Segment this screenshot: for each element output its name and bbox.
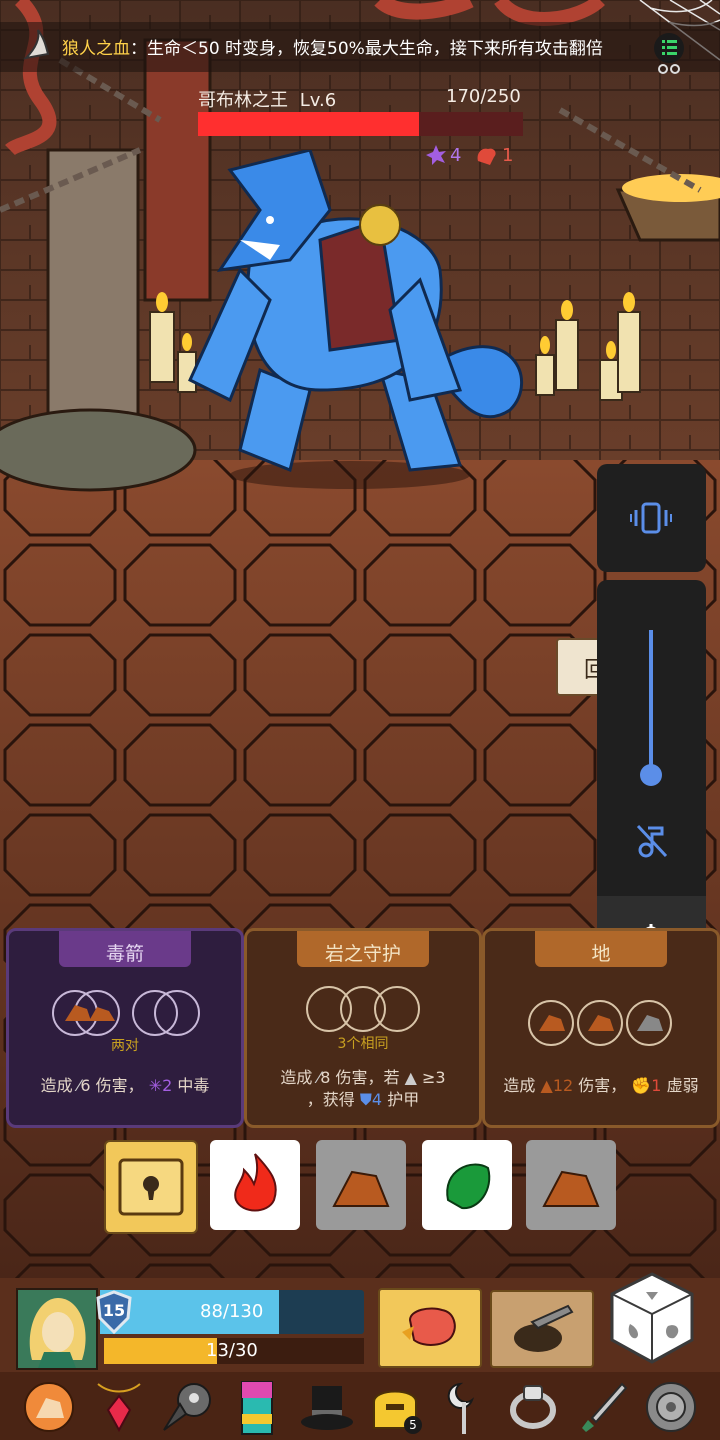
- card-condition: 两对: [111, 1038, 139, 1054]
- item-slot[interactable]: [92, 1380, 146, 1434]
- passive-title: 狼人之血: [62, 39, 130, 59]
- player-xp-fill: [104, 1338, 217, 1364]
- werewolf-enemy-sprite[interactable]: [180, 150, 540, 500]
- card-title: 岩之守护: [324, 943, 401, 965]
- skill-card-poison-arrow[interactable]: 毒箭 两对 造成 ⁄6 伤害， ✳2 中毒: [6, 928, 244, 1128]
- player-hp-text: 88/130: [200, 1301, 264, 1322]
- die-leaf[interactable]: [422, 1140, 512, 1230]
- player-hp-bar: 88/130: [100, 1290, 364, 1334]
- dig-button[interactable]: [490, 1290, 594, 1368]
- dig-shovel-icon: [514, 1304, 574, 1352]
- item-slot[interactable]: [162, 1380, 216, 1434]
- enemy-name: 哥布林之王: [198, 90, 288, 111]
- dice-slot-triple: [306, 986, 420, 1032]
- enemy-hp-fill: [198, 112, 419, 136]
- weak-fist-icon: [477, 148, 496, 165]
- status-weak[interactable]: 1: [474, 142, 513, 168]
- claw-icon: [22, 28, 52, 62]
- enemy-hp-bar: [198, 112, 523, 136]
- poison-splat-icon: [426, 145, 446, 165]
- card-description: 造成 ▲12 伤害， ✊1 虚弱: [503, 1076, 699, 1095]
- item-slot[interactable]: 5: [366, 1378, 424, 1436]
- die-rock[interactable]: [526, 1140, 616, 1230]
- die-fire[interactable]: [210, 1140, 300, 1230]
- card-description: 造成 ⁄8 伤害，若 ▲ ≥3 ，获得 ⛊4 护甲: [280, 1068, 446, 1109]
- game-scene: 狼人之血：生命＜50 时变身，恢复50%最大生命，接下来所有攻击翻倍 哥布林之王…: [0, 0, 720, 1440]
- item-badge: 5: [404, 1416, 422, 1434]
- die-locked-chest[interactable]: [104, 1140, 198, 1234]
- dagger-icon: [582, 1382, 628, 1432]
- enemy-name-block: 哥布林之王 Lv.6: [198, 86, 336, 112]
- item-slot[interactable]: [22, 1380, 76, 1434]
- log-list-icon[interactable]: [652, 32, 686, 74]
- rock-icon: [542, 1170, 600, 1207]
- shield-level-icon: 15: [94, 1290, 134, 1335]
- status-poison[interactable]: 4: [424, 142, 461, 168]
- moon-wand-icon: [447, 1382, 475, 1434]
- player-xp-text: 13/30: [206, 1340, 258, 1361]
- vibrate-icon[interactable]: [630, 500, 672, 536]
- rock-icon: [332, 1170, 390, 1207]
- enemy-level: Lv.6: [299, 90, 337, 111]
- enemy-hp-text: 170/250: [446, 86, 521, 107]
- passive-separator: ：: [130, 39, 147, 59]
- fire-icon: [234, 1153, 277, 1212]
- item-slot[interactable]: [578, 1380, 632, 1434]
- player-xp-bar: 13/30: [104, 1338, 364, 1364]
- totem-icon: [241, 1381, 273, 1435]
- card-description: 造成 ⁄6 伤害， ✳2 中毒: [40, 1076, 210, 1095]
- player-level: 15: [102, 1301, 126, 1320]
- music-off-icon[interactable]: [634, 822, 670, 860]
- weak-count: 1: [502, 144, 514, 166]
- die-rock[interactable]: [316, 1140, 406, 1230]
- locked-chest-icon: [118, 1158, 184, 1216]
- volume-slider-track[interactable]: [649, 630, 653, 775]
- top-hat-icon: [301, 1386, 353, 1430]
- orange-rock-icon: [24, 1382, 74, 1432]
- volume-slider-thumb[interactable]: [640, 764, 662, 786]
- skill-card-rock-guard[interactable]: 岩之守护 3个相同 造成 ⁄8 伤害，若 ▲ ≥3 ，获得 ⛊4 护甲: [244, 928, 482, 1128]
- roll-dice-icon: [610, 1272, 694, 1364]
- red-gem-amulet-icon: [97, 1383, 141, 1433]
- roll-dice-button[interactable]: [606, 1270, 698, 1366]
- card-condition: 3个相同: [337, 1036, 389, 1052]
- item-slot[interactable]: [506, 1380, 560, 1434]
- attack-button[interactable]: [378, 1288, 482, 1368]
- skill-card-earth[interactable]: 地 造成 ▲12 伤害， ✊1 虚弱: [482, 928, 720, 1128]
- plague-mask-icon: [163, 1383, 211, 1431]
- passive-text: 生命＜50 时变身，恢复50%最大生命，接下来所有攻击翻倍: [147, 39, 603, 59]
- leaf-icon: [446, 1163, 491, 1210]
- passive-description: 狼人之血：生命＜50 时变身，恢复50%最大生命，接下来所有攻击翻倍: [62, 34, 662, 59]
- round-shield-icon: [646, 1382, 696, 1432]
- item-slot[interactable]: [298, 1380, 356, 1434]
- item-slot[interactable]: [644, 1380, 698, 1434]
- dice-slot-triple: [528, 1000, 672, 1046]
- fist-attack-icon: [402, 1307, 456, 1346]
- card-title: 毒箭: [105, 943, 144, 965]
- player-avatar[interactable]: [16, 1288, 98, 1370]
- item-slot[interactable]: [438, 1378, 492, 1436]
- item-slot[interactable]: [230, 1378, 284, 1436]
- card-title: 地: [591, 943, 611, 965]
- poison-count: 4: [450, 144, 462, 166]
- dice-slot-pair-1: [52, 990, 200, 1036]
- silver-ring-icon: [510, 1385, 556, 1429]
